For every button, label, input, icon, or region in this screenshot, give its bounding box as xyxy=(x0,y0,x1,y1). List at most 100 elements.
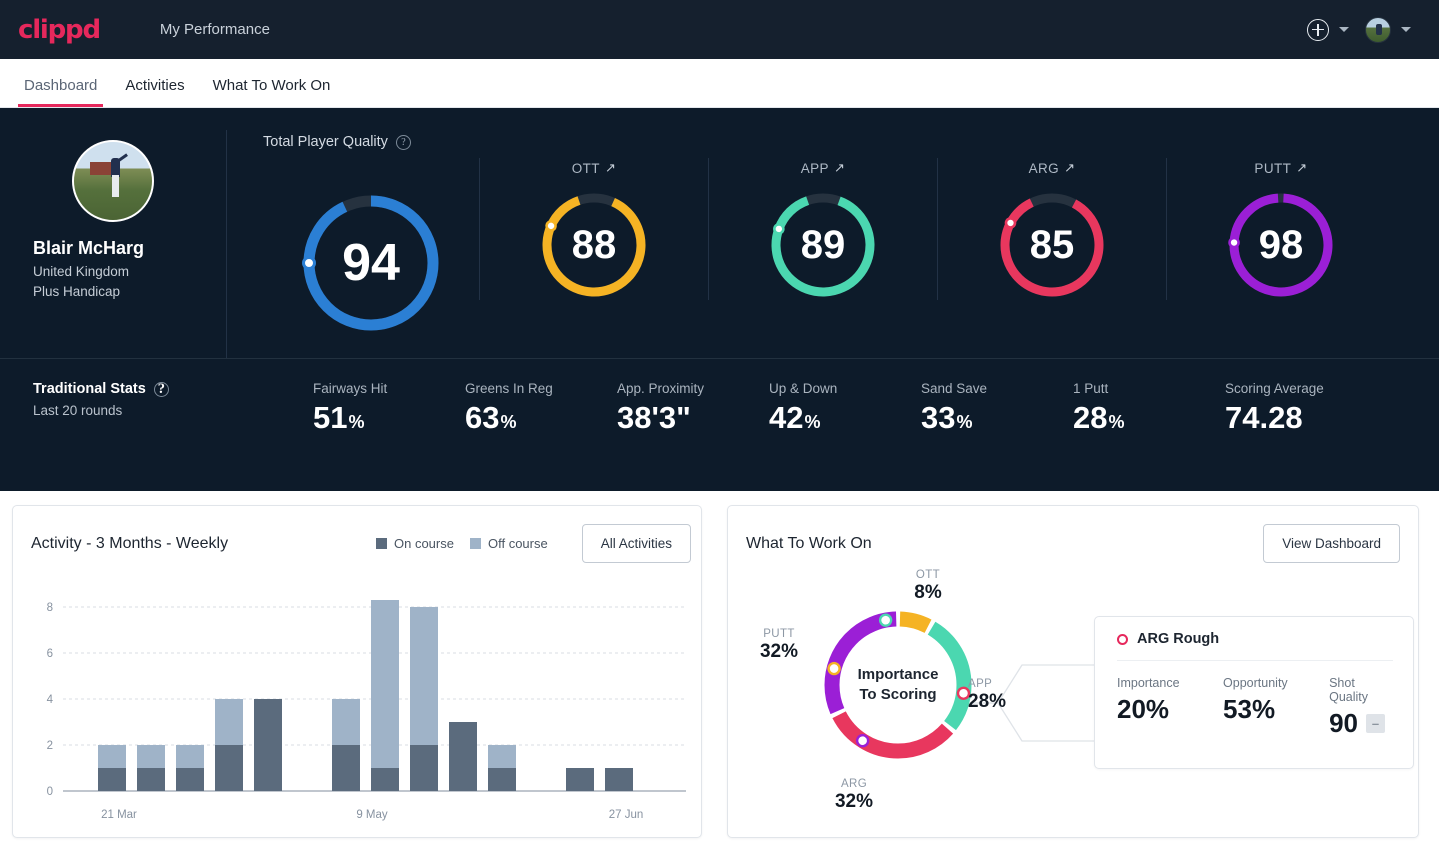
stat-value: 33% xyxy=(921,400,1073,436)
svg-text:4: 4 xyxy=(47,694,54,706)
view-dashboard-button[interactable]: View Dashboard xyxy=(1263,524,1400,563)
chart-x-ticks: 21 Mar 9 May 27 Jun xyxy=(101,809,643,821)
donut-label-putt-key: PUTT xyxy=(763,628,795,640)
player-avatar xyxy=(72,140,154,222)
stat-number: 33 xyxy=(921,400,956,435)
svg-text:8: 8 xyxy=(47,602,53,614)
hero-row: Blair McHarg United Kingdom Plus Handica… xyxy=(0,108,1439,358)
stat-value: 38'3" xyxy=(617,400,769,436)
question-mark-icon[interactable]: ? xyxy=(395,134,411,150)
gauge-putt: PUTT ↗ 98 xyxy=(1166,158,1395,300)
stat-greens-in-reg: Greens In Reg 63% xyxy=(465,381,617,436)
donut-label-app-value: 28% xyxy=(968,691,1007,712)
stat-value: 42% xyxy=(769,400,921,436)
detail-stat-opportunity: Opportunity 53% xyxy=(1223,676,1329,739)
donut-label-arg: ARG 32% xyxy=(818,778,890,813)
legend-label-on-course: On course xyxy=(394,536,454,551)
stat-value: 51% xyxy=(313,400,465,436)
trend-up-icon-ott: ↗ xyxy=(604,160,617,175)
wtwo-body: Importance To Scoring OTT 8% PUTT 32% AP… xyxy=(746,569,1414,843)
gauge-ott-value: 88 xyxy=(571,222,617,267)
donut-center-line2: To Scoring xyxy=(859,686,937,703)
total-player-quality-header: Total Player Quality ? xyxy=(263,134,1439,150)
donut-center-label: Importance To Scoring xyxy=(818,605,978,765)
stat-label: Up & Down xyxy=(769,381,838,396)
chart-bars xyxy=(98,600,633,791)
wtwo-card-header: What To Work On View Dashboard xyxy=(746,524,1400,563)
stat-unit: % xyxy=(804,412,821,432)
topbar-actions xyxy=(1307,16,1421,43)
svg-text:0: 0 xyxy=(47,786,53,798)
question-mark-icon-traditional[interactable]: ? xyxy=(153,381,169,397)
donut-label-arg-key: ARG xyxy=(840,778,868,790)
detail-stat-label: Opportunity xyxy=(1223,676,1288,690)
ring-dot-icon xyxy=(1117,633,1128,645)
arg-rough-detail-card[interactable]: ARG Rough Importance 20% Opportunity 53%… xyxy=(1094,616,1414,769)
gauge-arg-label: ARG xyxy=(1028,160,1060,176)
detail-stat-value: 90 – xyxy=(1329,708,1393,739)
player-name: Blair McHarg xyxy=(33,238,145,258)
stat-label: Sand Save xyxy=(921,381,988,396)
activity-card: Activity - 3 Months - Weekly On course O… xyxy=(12,505,702,838)
svg-text:9 May: 9 May xyxy=(356,809,388,821)
gauge-total-donut: 94 xyxy=(300,192,442,334)
player-country: United Kingdom xyxy=(33,264,130,279)
gauge-app-value: 89 xyxy=(800,222,846,267)
avatar[interactable] xyxy=(1365,16,1391,43)
tab-dashboard[interactable]: Dashboard xyxy=(10,77,111,107)
stat-number: 63 xyxy=(465,400,500,435)
stat-label: App. Proximity xyxy=(617,381,705,396)
donut-label-putt: PUTT 32% xyxy=(742,628,816,663)
activity-card-header: Activity - 3 Months - Weekly On course O… xyxy=(31,524,691,563)
gauge-app-donut: 89 xyxy=(768,190,878,300)
stat-label: Scoring Average xyxy=(1225,381,1324,396)
detail-stat-number: 90 xyxy=(1329,708,1359,738)
gauge-total-value: 94 xyxy=(342,234,400,292)
chevron-down-icon-profile[interactable] xyxy=(1401,27,1411,32)
gauge-putt-donut: 98 xyxy=(1226,190,1336,300)
detail-stat-shot-quality: Shot Quality 90 – xyxy=(1329,676,1393,739)
gauge-app-label: APP xyxy=(800,160,829,176)
legend-label-off-course: Off course xyxy=(487,536,548,551)
svg-text:6: 6 xyxy=(47,648,53,660)
clippd-logo[interactable]: clippd xyxy=(18,15,101,45)
trend-up-icon-putt: ↗ xyxy=(1296,160,1308,175)
chevron-down-icon-add[interactable] xyxy=(1339,27,1349,32)
activity-card-title: Activity - 3 Months - Weekly xyxy=(31,534,229,552)
all-activities-button[interactable]: All Activities xyxy=(581,524,691,563)
bar-chart-svg: 8 6 4 2 0 21 Mar 9 May 27 Jun xyxy=(47,600,686,821)
donut-label-ott-value: 8% xyxy=(914,582,942,603)
trend-up-icon-arg: ↗ xyxy=(1064,160,1076,175)
stat-value: 28% xyxy=(1073,400,1225,436)
stat-label: 1 Putt xyxy=(1073,381,1109,396)
tab-what-to-work-on[interactable]: What To Work On xyxy=(199,77,345,107)
bottom-cards-row: Activity - 3 Months - Weekly On course O… xyxy=(0,491,1439,838)
tab-activities[interactable]: Activities xyxy=(111,77,198,107)
donut-label-app-key: APP xyxy=(968,678,993,690)
stat-value: 74.28 xyxy=(1225,400,1377,436)
app-section-title: My Performance xyxy=(159,21,270,38)
gauge-putt-title: PUTT ↗ xyxy=(1254,158,1307,178)
stat-app-proximity: App. Proximity 38'3" xyxy=(617,381,769,436)
svg-text:2: 2 xyxy=(47,740,53,752)
stat-number: 28 xyxy=(1073,400,1108,435)
stat-unit: % xyxy=(956,412,973,432)
performance-summary-panel: Blair McHarg United Kingdom Plus Handica… xyxy=(0,108,1439,491)
stat-unit: % xyxy=(348,412,365,432)
chart-y-ticks: 8 6 4 2 0 xyxy=(47,602,54,798)
detail-card-header: ARG Rough xyxy=(1117,631,1393,661)
stat-scoring-average: Scoring Average 74.28 xyxy=(1225,381,1377,436)
gauge-app: APP ↗ 89 xyxy=(708,158,937,300)
traditional-stats-subtitle: Last 20 rounds xyxy=(33,403,123,418)
detail-card-title: ARG Rough xyxy=(1137,631,1220,647)
what-to-work-on-card: What To Work On View Dashboard Importanc… xyxy=(727,505,1419,838)
plus-circle-icon[interactable] xyxy=(1307,18,1329,41)
detail-card-stats: Importance 20% Opportunity 53% Shot Qual… xyxy=(1117,661,1393,739)
player-quality-section: Total Player Quality ? 94 OTT ↗ 88 APP ↗… xyxy=(226,130,1439,358)
detail-stat-label: Importance xyxy=(1117,676,1180,690)
importance-donut-chart: Importance To Scoring xyxy=(818,605,978,765)
player-profile: Blair McHarg United Kingdom Plus Handica… xyxy=(0,130,226,358)
stat-number: 74.28 xyxy=(1225,400,1303,435)
gauge-ott: OTT ↗ 88 xyxy=(479,158,708,300)
trend-up-icon-app: ↗ xyxy=(833,160,846,175)
